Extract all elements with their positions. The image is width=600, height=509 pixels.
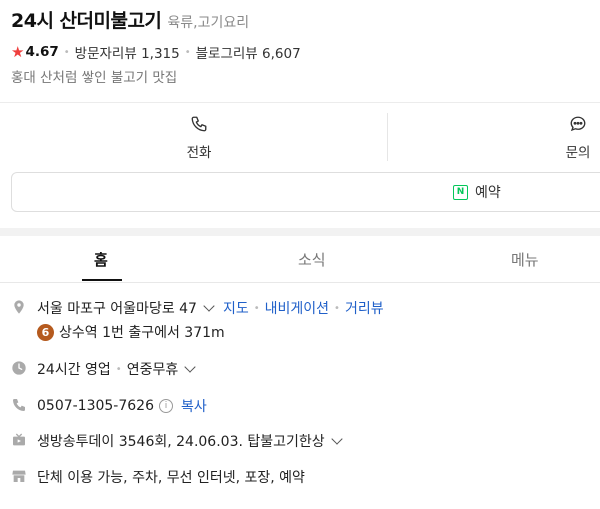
- call-label: 전화: [186, 145, 212, 161]
- map-link[interactable]: 지도: [223, 298, 249, 318]
- subway-line-badge: 6: [37, 323, 54, 341]
- phone-icon: [191, 116, 207, 132]
- naver-booking-icon: N: [453, 184, 468, 200]
- reserve-label: 예약: [475, 185, 501, 201]
- section-gap: [0, 228, 600, 236]
- info-icon[interactable]: i: [159, 399, 173, 413]
- amenities-text: 단체 이용 가능, 주차, 무선 인터넷, 포장, 예약: [37, 470, 305, 486]
- call-button[interactable]: 전화: [11, 103, 387, 163]
- star-icon: ★: [11, 43, 25, 61]
- subway-text: 상수역 1번 출구에서 371m: [59, 325, 225, 341]
- action-bar: 전화 문의: [0, 102, 600, 173]
- chevron-down-icon[interactable]: [203, 300, 215, 312]
- ask-button[interactable]: 문의: [388, 103, 600, 163]
- copy-button[interactable]: 복사: [181, 396, 207, 416]
- chat-bubble-icon: [570, 116, 586, 132]
- reserve-content: N 예약: [453, 182, 501, 202]
- location-pin-icon: [14, 300, 24, 314]
- visitor-reviews-link[interactable]: 방문자리뷰 1,315: [75, 42, 180, 62]
- clock-icon: [12, 361, 26, 375]
- ask-label: 문의: [565, 145, 591, 161]
- review-stats: ★ 4.67 • 방문자리뷰 1,315 • 블로그리뷰 6,607: [11, 42, 301, 62]
- tv-icon: [13, 433, 25, 446]
- rating-value: 4.67: [25, 44, 59, 60]
- chevron-down-icon[interactable]: [331, 433, 343, 445]
- title-row: 24시 산더미불고기 육류,고기요리: [11, 6, 249, 33]
- tab-news[interactable]: 소식: [298, 249, 326, 270]
- hours-text: 24시간 영업: [37, 362, 111, 378]
- tab-bar: 홈 소식 메뉴: [0, 236, 600, 283]
- chevron-down-icon[interactable]: [184, 361, 196, 373]
- address-text: 서울 마포구 어울마당로 47: [37, 301, 197, 317]
- street-view-link[interactable]: 거리뷰: [345, 298, 384, 318]
- active-tab-indicator: [82, 279, 122, 281]
- tab-home[interactable]: 홈: [94, 249, 108, 270]
- navigation-link[interactable]: 내비게이션: [265, 298, 329, 318]
- place-category: 육류,고기요리: [167, 15, 250, 31]
- phone-number: 0507-1305-7626: [37, 398, 154, 414]
- tab-menu[interactable]: 메뉴: [511, 249, 539, 270]
- reserve-button[interactable]: N 예약: [11, 172, 600, 212]
- place-description: 홍대 산처럼 쌓인 불고기 맛집: [11, 70, 178, 86]
- place-header: 24시 산더미불고기 육류,고기요리 ★ 4.67 • 방문자리뷰 1,315 …: [0, 0, 600, 102]
- tv-appearance-text: 생방송투데이 3546회, 24.06.03. 탑불고기한상: [37, 434, 325, 450]
- blog-reviews-link[interactable]: 블로그리뷰 6,607: [196, 42, 301, 62]
- place-name: 24시 산더미불고기: [11, 10, 162, 32]
- phone-icon: [13, 399, 25, 411]
- holiday-text: 연중무휴: [126, 362, 179, 378]
- store-icon: [12, 470, 26, 482]
